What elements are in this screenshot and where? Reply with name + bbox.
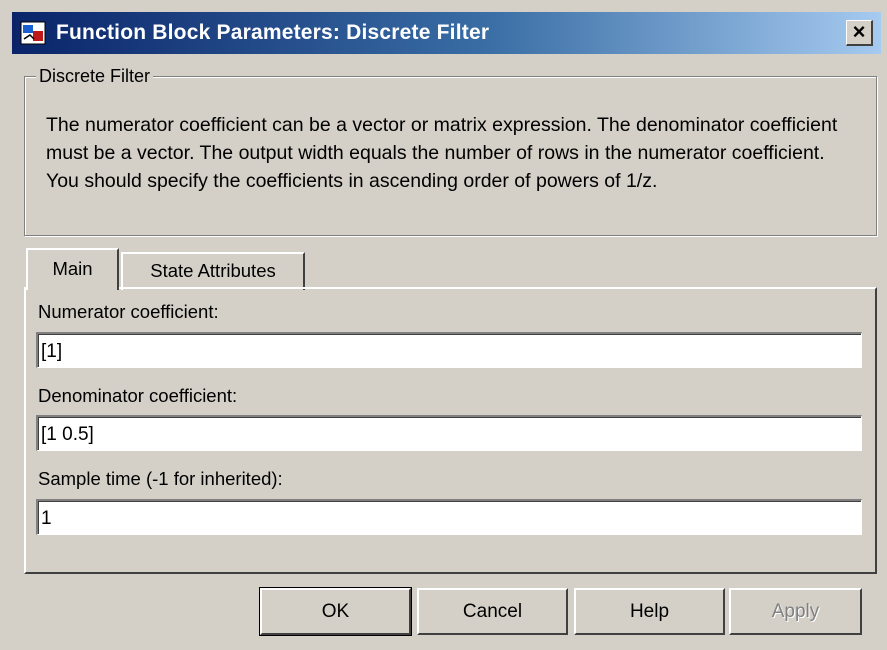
group-title: Discrete Filter — [36, 64, 154, 88]
tab-main-label: Main — [52, 258, 93, 279]
tab-state-attributes-label: State Attributes — [150, 260, 276, 281]
help-button[interactable]: Help — [574, 588, 725, 635]
numerator-input[interactable] — [36, 332, 862, 368]
ok-button[interactable]: OK — [259, 587, 412, 636]
block-description: The numerator coefficient can be a vecto… — [46, 114, 838, 192]
cancel-button[interactable]: Cancel — [417, 588, 568, 635]
denominator-input[interactable] — [36, 415, 862, 451]
tab-state-attributes[interactable]: State Attributes — [121, 252, 305, 290]
title-bar[interactable]: Function Block Parameters: Discrete Filt… — [12, 12, 881, 54]
simulink-block-icon — [20, 21, 46, 45]
window-title: Function Block Parameters: Discrete Filt… — [56, 21, 490, 44]
dialog-window: Function Block Parameters: Discrete Filt… — [0, 0, 887, 650]
apply-button[interactable]: Apply — [729, 588, 862, 635]
close-icon: × — [852, 19, 866, 44]
close-button[interactable]: × — [846, 20, 873, 46]
sample-time-input[interactable] — [36, 499, 862, 535]
tab-main[interactable]: Main — [26, 248, 119, 290]
